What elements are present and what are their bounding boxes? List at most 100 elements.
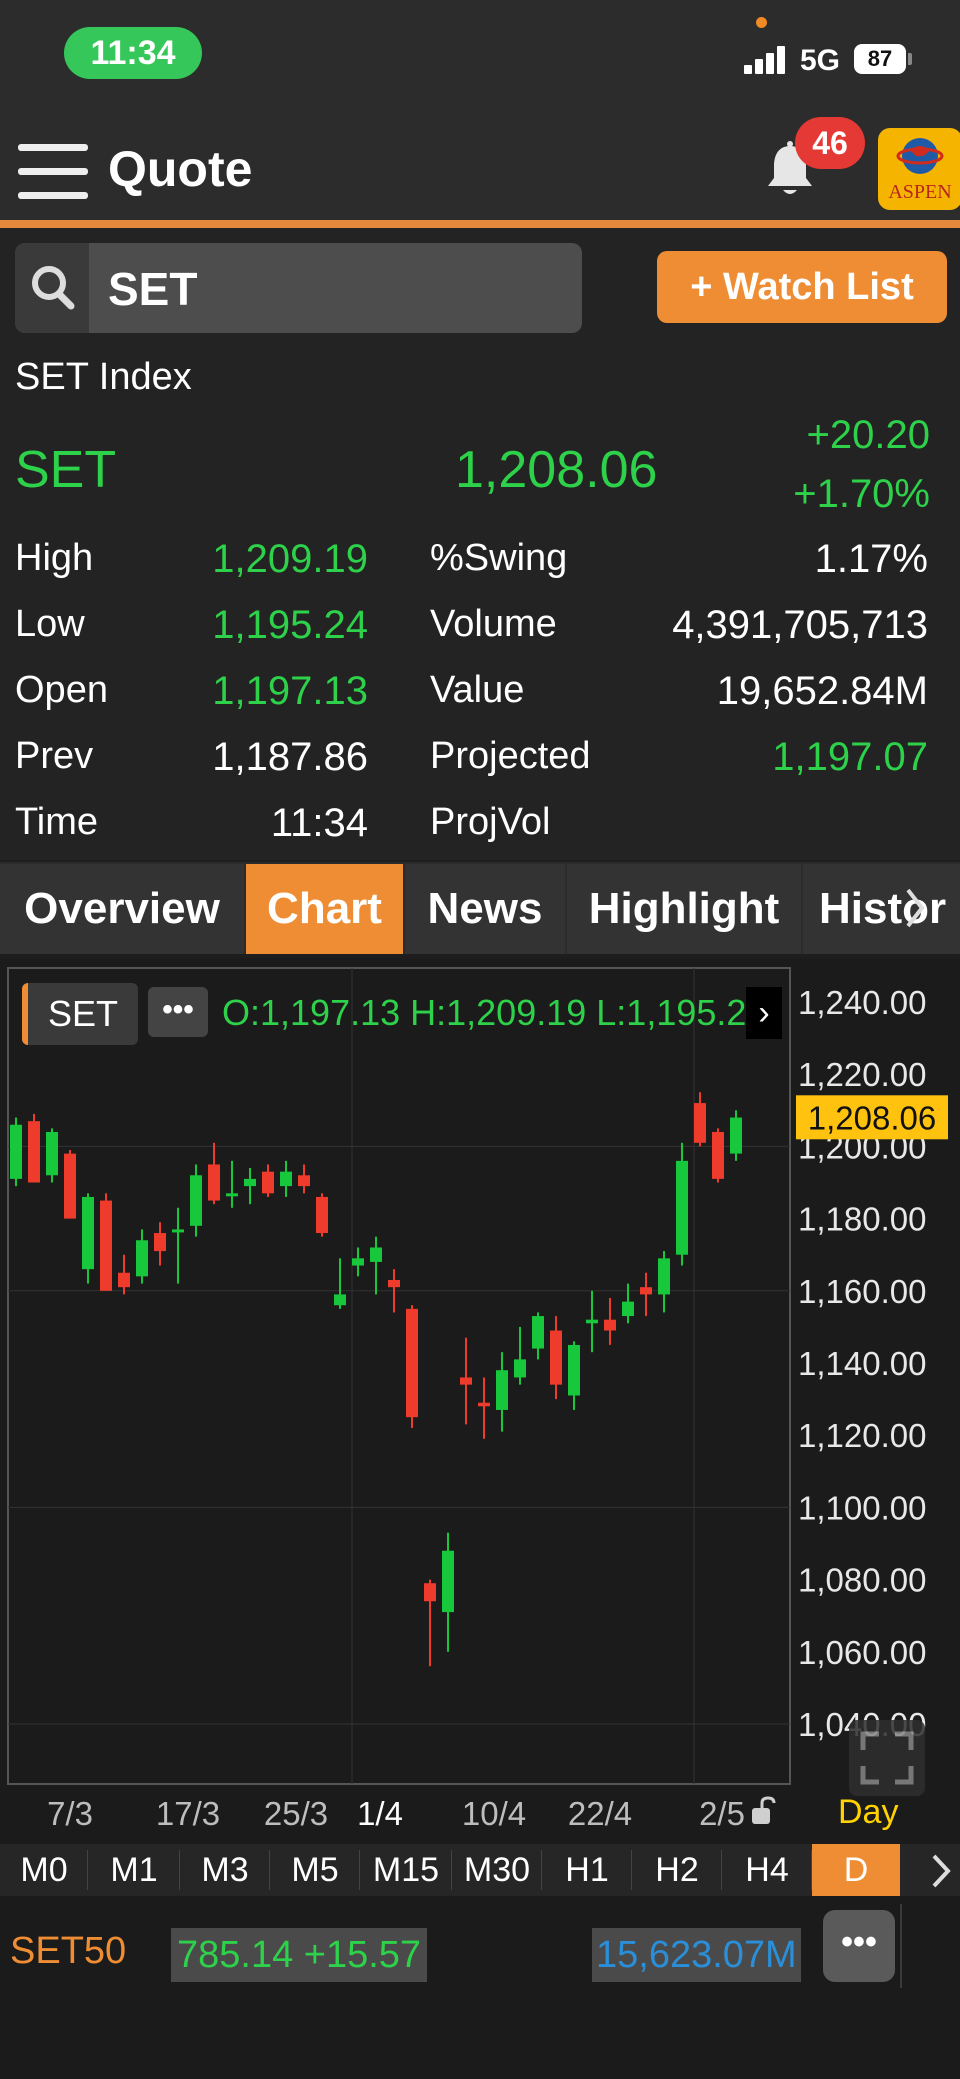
ohlc-readout: O:1,197.13 H:1,209.19 L:1,195.24 [222, 992, 747, 1033]
footer-value: 785.14 +15.57 [171, 1928, 428, 1982]
x-tick-label: 1/4 [357, 1795, 403, 1832]
stat-value-high: 1,209.19 [212, 537, 368, 581]
x-tick-label: 2/5 [699, 1795, 745, 1832]
y-tick-label: 1,180.00 [798, 1201, 926, 1238]
footer-divider [900, 1904, 902, 1988]
tab-overview[interactable]: Overview [0, 864, 244, 954]
y-tick-label: 1,080.00 [798, 1562, 926, 1599]
candle-body [622, 1301, 634, 1317]
candle-body [424, 1583, 436, 1602]
candle-body [658, 1258, 670, 1295]
tab-chart[interactable]: Chart [246, 864, 403, 954]
candle-body [10, 1124, 22, 1179]
candle-body [586, 1319, 598, 1324]
timeframe-label: Day [838, 1793, 899, 1831]
chart-more-button[interactable]: ••• [148, 987, 208, 1037]
candle-body [460, 1377, 472, 1385]
price-change: +20.20 [806, 413, 930, 457]
candle-body [388, 1279, 400, 1288]
tab-highlight[interactable]: Highlight [567, 864, 801, 954]
y-tick-label: 1,120.00 [798, 1417, 926, 1454]
candle-body [442, 1550, 454, 1613]
candle-body [100, 1200, 112, 1291]
notification-badge[interactable]: 46 [795, 117, 865, 169]
ohlc-expand-icon[interactable]: › [746, 987, 782, 1039]
stat-label-open: Open [15, 669, 108, 711]
privacy-indicator-dot [756, 17, 767, 28]
stat-value-swing: 1.17% [814, 537, 928, 581]
stat-value-projected: 1,197.07 [772, 735, 928, 779]
candle-body [136, 1240, 148, 1277]
y-tick-label: 1,060.00 [798, 1634, 926, 1671]
stat-label-projvol: ProjVol [430, 801, 551, 843]
status-time: 11:34 [64, 27, 202, 79]
aspen-logo[interactable]: ASPEN [878, 128, 960, 210]
candle-body [316, 1196, 328, 1234]
x-tick-label: 22/4 [568, 1795, 632, 1832]
search-input[interactable] [15, 243, 582, 333]
timeframe-m5[interactable]: M5 [270, 1844, 360, 1896]
tab-history[interactable]: Histor [803, 864, 960, 954]
last-price: 1,208.06 [455, 441, 658, 499]
search-value[interactable]: SET [108, 262, 197, 316]
timeframe-m3[interactable]: M3 [180, 1844, 270, 1896]
y-tick-label: 1,100.00 [798, 1489, 926, 1526]
candle-body [532, 1316, 544, 1349]
stat-value-volume: 4,391,705,713 [672, 603, 928, 647]
hamburger-menu-icon[interactable] [18, 142, 88, 202]
candle-body [334, 1294, 346, 1306]
candle-body [730, 1117, 742, 1154]
footer-symbol[interactable]: SET50 [10, 1930, 126, 1973]
timeframe-m30[interactable]: M30 [452, 1844, 542, 1896]
stat-label-projected: Projected [430, 735, 591, 777]
page-title: Quote [108, 141, 253, 197]
search-icon[interactable] [15, 243, 89, 333]
candlestick-chart[interactable]: 1,240.001,220.001,200.001,180.001,160.00… [0, 958, 960, 1844]
timeframe-m1[interactable]: M1 [88, 1844, 180, 1896]
candle-body [172, 1229, 184, 1233]
tab-news[interactable]: News [405, 864, 565, 954]
candle-body [550, 1330, 562, 1385]
y-tick-label: 1,240.00 [798, 984, 926, 1021]
stat-value-prev: 1,187.86 [212, 735, 368, 779]
timeframe-h4[interactable]: H4 [722, 1844, 812, 1896]
candle-body [370, 1247, 382, 1262]
candle-body [82, 1196, 94, 1270]
timeframe-scroll-right-icon[interactable] [920, 1846, 960, 1896]
candle-body [154, 1233, 166, 1252]
candle-body [694, 1103, 706, 1143]
stat-label-high: High [15, 537, 94, 579]
stat-label-low: Low [15, 603, 85, 645]
candle-body [64, 1153, 76, 1219]
aspen-logo-text: ASPEN [888, 181, 952, 203]
x-tick-label: 25/3 [264, 1795, 328, 1832]
timeframe-h1[interactable]: H1 [542, 1844, 632, 1896]
candle-body [352, 1258, 364, 1266]
timeframe-m15[interactable]: M15 [360, 1844, 452, 1896]
candle-body [568, 1344, 580, 1396]
candle-body [262, 1171, 274, 1194]
footer-more-button[interactable]: ••• [823, 1910, 895, 1982]
timeframe-h2[interactable]: H2 [632, 1844, 722, 1896]
signal-icon [744, 46, 786, 74]
timeframe-m0[interactable]: M0 [0, 1844, 88, 1896]
candle-body [604, 1319, 616, 1331]
unlock-icon[interactable] [750, 1796, 778, 1826]
plot-frame [7, 967, 791, 1785]
tabs-scroll-right-icon[interactable] [900, 880, 930, 936]
add-watch-list-button[interactable]: + Watch List [657, 251, 947, 323]
fullscreen-icon[interactable] [849, 1720, 925, 1796]
price-change-percent: +1.70% [793, 472, 930, 516]
candle-body [190, 1175, 202, 1226]
header-divider [0, 220, 960, 228]
battery-icon: 87 [854, 44, 906, 74]
candle-body [226, 1193, 238, 1197]
candle-body [712, 1131, 724, 1179]
candle-body [298, 1175, 310, 1187]
stat-label-prev: Prev [15, 735, 94, 777]
stat-value-value: 19,652.84M [716, 669, 928, 713]
candle-body [406, 1308, 418, 1418]
candle-body [280, 1171, 292, 1187]
timeframe-d[interactable]: D [812, 1844, 900, 1896]
chart-symbol-chip[interactable]: SET [22, 983, 138, 1045]
